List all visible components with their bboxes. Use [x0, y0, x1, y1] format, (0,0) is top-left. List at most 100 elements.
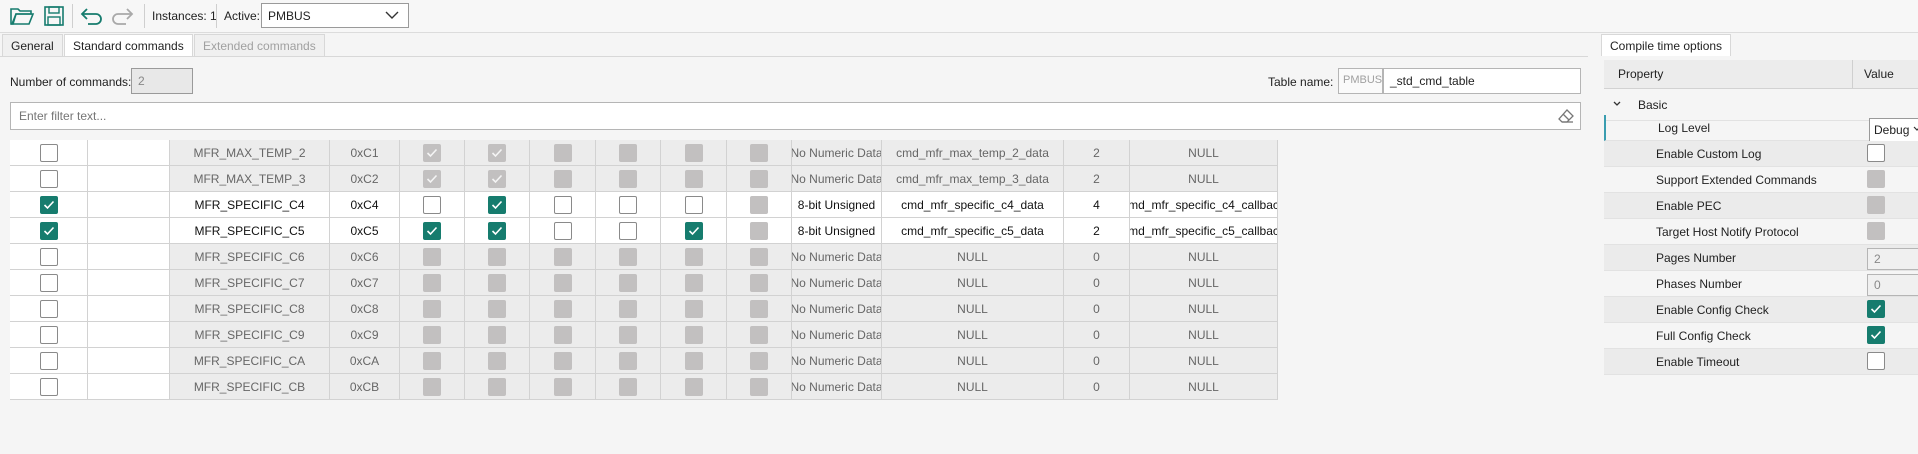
table-cell	[88, 322, 170, 348]
table-cell	[530, 296, 596, 322]
table-cell	[400, 218, 465, 244]
tab-standard-commands[interactable]: Standard commands	[64, 34, 193, 56]
tab-extended-commands[interactable]: Extended commands	[194, 34, 325, 56]
option-row[interactable]: Enable Config Check	[1604, 297, 1918, 323]
cell-type: No Numeric Data	[792, 301, 882, 316]
enable-checkbox[interactable]	[39, 273, 58, 292]
option-spinbox[interactable]: 2	[1867, 248, 1918, 270]
flag-checkbox[interactable]	[619, 195, 637, 214]
cell-name: MFR_MAX_TEMP_3	[193, 171, 306, 186]
table-name-input[interactable]: _std_cmd_table	[1383, 68, 1581, 94]
cell-type: No Numeric Data	[792, 327, 882, 342]
option-row[interactable]: Enable PEC	[1604, 193, 1918, 219]
flag-checkbox	[488, 169, 506, 188]
enable-checkbox[interactable]	[39, 299, 58, 318]
flag-checkbox	[423, 143, 441, 162]
flag-checkbox	[423, 273, 441, 292]
table-cell	[88, 192, 170, 218]
table-cell: 0xC4	[330, 192, 400, 218]
flag-checkbox[interactable]	[619, 221, 637, 240]
tab-compile-time-options[interactable]: Compile time options	[1601, 34, 1732, 56]
option-row[interactable]: Full Config Check	[1604, 323, 1918, 349]
redo-icon[interactable]	[108, 3, 136, 29]
table-row[interactable]: MFR_SPECIFIC_C7 0xC7 No Numeric Data NULL 0 N…	[10, 270, 1572, 296]
flag-checkbox[interactable]	[684, 195, 703, 214]
undo-icon[interactable]	[78, 3, 106, 29]
cell-code: 0xCB	[349, 379, 380, 394]
open-folder-icon[interactable]	[8, 3, 36, 29]
flag-checkbox[interactable]	[423, 221, 441, 240]
table-row[interactable]: MFR_SPECIFIC_CA 0xCA No Numeric Data NULL 0 N…	[10, 348, 1572, 374]
chevron-down-icon[interactable]	[1612, 98, 1622, 112]
enable-checkbox[interactable]	[39, 221, 58, 240]
table-cell	[530, 192, 596, 218]
flag-checkbox	[750, 299, 768, 318]
table-cell	[661, 192, 727, 218]
flag-checkbox[interactable]	[423, 195, 441, 214]
filter-input[interactable]	[17, 108, 1521, 124]
table-row[interactable]: MFR_SPECIFIC_C9 0xC9 No Numeric Data NULL 0 N…	[10, 322, 1572, 348]
option-checkbox[interactable]	[1867, 326, 1885, 344]
log-level-select[interactable]: Debug	[1869, 118, 1918, 142]
table-row[interactable]: MFR_SPECIFIC_CB 0xCB No Numeric Data NULL 0 N…	[10, 374, 1572, 400]
option-row[interactable]: Enable Custom Log	[1604, 141, 1918, 167]
option-checkbox[interactable]	[1867, 300, 1885, 318]
flag-checkbox	[750, 247, 768, 266]
enable-checkbox[interactable]	[39, 247, 58, 266]
option-row[interactable]: Log Level Debug	[1604, 115, 1918, 142]
option-label: Enable PEC	[1656, 199, 1722, 213]
cell-callback: NULL	[1188, 249, 1219, 264]
table-cell	[88, 348, 170, 374]
option-row[interactable]: Support Extended Commands	[1604, 167, 1918, 193]
option-spinbox[interactable]: 0	[1867, 274, 1918, 296]
table-row[interactable]: MFR_SPECIFIC_C4 0xC4 8-bit Unsigned cmd_mfr…	[10, 192, 1572, 218]
table-cell: 0xC8	[330, 296, 400, 322]
option-row[interactable]: Target Host Notify Protocol	[1604, 219, 1918, 245]
enable-checkbox[interactable]	[39, 377, 58, 396]
col-value-header: Value	[1864, 67, 1894, 81]
table-cell: 0xC1	[330, 140, 400, 166]
save-icon[interactable]	[40, 3, 68, 29]
flag-checkbox[interactable]	[553, 195, 572, 214]
table-cell: No Numeric Data	[792, 348, 882, 374]
table-cell: No Numeric Data	[792, 374, 882, 400]
table-cell	[596, 218, 661, 244]
table-cell	[400, 296, 465, 322]
enable-checkbox[interactable]	[39, 195, 58, 214]
flag-checkbox	[423, 377, 441, 396]
enable-checkbox[interactable]	[39, 143, 58, 162]
table-name-label: Table name:	[1268, 75, 1334, 89]
option-checkbox[interactable]	[1867, 144, 1885, 162]
table-row[interactable]: MFR_SPECIFIC_C8 0xC8 No Numeric Data NULL 0 N…	[10, 296, 1572, 322]
option-row[interactable]: Enable Timeout	[1604, 349, 1918, 375]
flag-checkbox[interactable]	[488, 221, 506, 240]
col-property-header: Property	[1618, 67, 1664, 81]
cell-data: NULL	[957, 353, 988, 368]
table-row[interactable]: MFR_MAX_TEMP_2 0xC1 No Numeric Data cmd_mfr…	[10, 140, 1572, 166]
active-instance-select[interactable]: PMBUS	[261, 3, 409, 28]
table-cell	[661, 244, 727, 270]
table-cell	[727, 348, 792, 374]
flag-checkbox	[684, 273, 703, 292]
table-row[interactable]: MFR_SPECIFIC_C6 0xC6 No Numeric Data NULL 0 N…	[10, 244, 1572, 270]
flag-checkbox[interactable]	[684, 221, 703, 240]
option-row[interactable]: Pages Number 2	[1604, 245, 1918, 271]
flag-checkbox[interactable]	[553, 221, 572, 240]
tab-general[interactable]: General	[2, 34, 63, 56]
flag-checkbox	[619, 299, 637, 318]
table-row[interactable]: MFR_MAX_TEMP_3 0xC2 No Numeric Data cmd_mfr…	[10, 166, 1572, 192]
table-row[interactable]: MFR_SPECIFIC_C5 0xC5 8-bit Unsigned cmd_mfr…	[10, 218, 1572, 244]
eraser-icon[interactable]	[1558, 109, 1574, 126]
option-row[interactable]: Phases Number 0	[1604, 271, 1918, 297]
cell-callback: NULL	[1188, 145, 1219, 160]
flag-checkbox[interactable]	[488, 195, 506, 214]
table-cell	[10, 218, 88, 244]
cell-type: No Numeric Data	[792, 379, 882, 394]
flag-checkbox	[684, 325, 703, 344]
enable-checkbox[interactable]	[39, 169, 58, 188]
table-cell: NULL	[1130, 166, 1278, 192]
enable-checkbox[interactable]	[39, 325, 58, 344]
option-checkbox[interactable]	[1867, 352, 1885, 370]
cell-name: MFR_SPECIFIC_C8	[194, 301, 305, 316]
enable-checkbox[interactable]	[39, 351, 58, 370]
